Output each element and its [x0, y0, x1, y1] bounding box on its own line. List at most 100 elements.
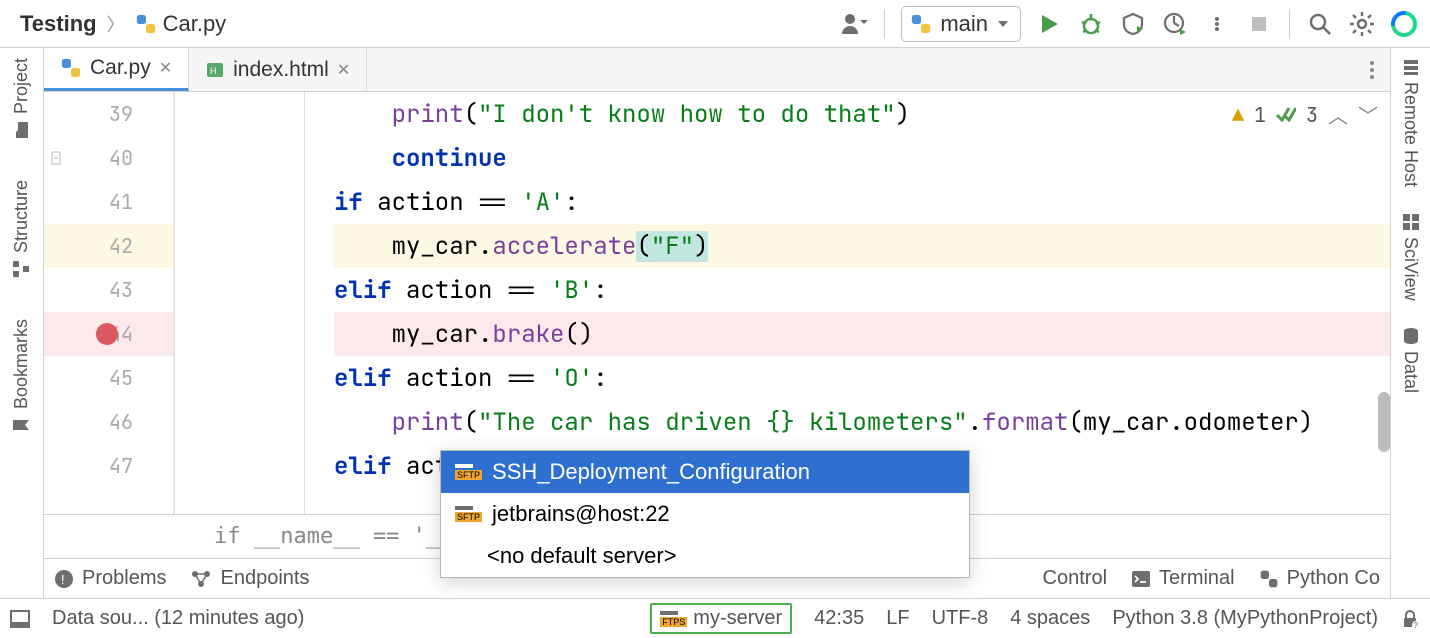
deployment-server-popup: SFTP SSH_Deployment_Configuration SFTP j…: [440, 450, 970, 578]
tab-bar-more-icon[interactable]: [1368, 48, 1390, 91]
project-label: Project: [11, 58, 32, 114]
user-icon[interactable]: [840, 10, 868, 38]
tool-window-quick-icon[interactable]: [10, 610, 30, 628]
sftp-icon: SFTP: [455, 464, 482, 480]
terminal-tool[interactable]: Terminal: [1131, 567, 1235, 590]
left-tool-rail: Project Structure Bookmarks: [0, 48, 44, 598]
bookmarks-tool[interactable]: Bookmarks: [11, 319, 32, 435]
editor-tabs: Car.py ✕ H index.html ✕: [44, 48, 1390, 92]
fold-icon[interactable]: [48, 150, 64, 166]
sciview-tool[interactable]: SciView: [1400, 213, 1421, 301]
chevron-down-icon: [996, 17, 1010, 31]
file-encoding[interactable]: UTF-8: [932, 607, 989, 630]
deployment-server-widget[interactable]: FTPS my-server: [650, 603, 792, 634]
status-bar: Data sou... (12 minutes ago) FTPS my-ser…: [0, 598, 1430, 638]
python-file-icon: [135, 13, 157, 35]
line-separator[interactable]: LF: [886, 607, 909, 630]
breadcrumb: Testing 〉 Car.py: [20, 11, 832, 37]
svg-text:!: !: [61, 572, 65, 587]
bookmark-icon: [12, 415, 32, 435]
lock-icon[interactable]: ?: [1400, 609, 1420, 629]
inspections-widget[interactable]: ▲ 1 3 ︿ ﹀: [1232, 100, 1378, 129]
close-icon[interactable]: ✕: [159, 58, 172, 78]
problems-tool[interactable]: !Problems: [54, 567, 166, 590]
structure-icon: [12, 259, 32, 279]
gutter-line: 42: [44, 224, 173, 268]
html-file-icon: H: [205, 60, 225, 80]
interpreter-widget[interactable]: Python 3.8 (MyPythonProject): [1112, 607, 1378, 630]
more-run-icon[interactable]: [1203, 10, 1231, 38]
next-highlight-icon[interactable]: ﹀: [1358, 100, 1378, 129]
python-icon: [910, 13, 932, 35]
indent-guides: [174, 92, 334, 514]
stop-button: [1245, 10, 1273, 38]
database-icon: [1402, 327, 1420, 345]
breadcrumb-project[interactable]: Testing: [20, 11, 97, 37]
popup-item[interactable]: <no default server>: [441, 535, 969, 577]
toolbar-separator: [1289, 9, 1290, 39]
warning-icon: ▲: [1232, 102, 1244, 128]
jetbrains-logo-icon[interactable]: [1390, 10, 1418, 38]
breadcrumb-file[interactable]: Car.py: [135, 11, 227, 37]
toolbar-separator: [884, 9, 885, 39]
profile-button[interactable]: [1161, 10, 1189, 38]
gutter-line: 40: [44, 136, 173, 180]
version-control-tool[interactable]: Control: [1043, 567, 1107, 590]
remote-host-tool[interactable]: Remote Host: [1400, 58, 1421, 187]
svg-text:?: ?: [1414, 621, 1419, 629]
debug-button[interactable]: [1077, 10, 1105, 38]
python-console-tool[interactable]: Python Co: [1259, 567, 1380, 590]
gutter-line: 39: [44, 92, 173, 136]
folder-icon: [12, 120, 32, 140]
structure-label: Structure: [11, 180, 32, 253]
gutter-line: 41: [44, 180, 173, 224]
search-icon[interactable]: [1306, 10, 1334, 38]
database-tool[interactable]: Datal: [1400, 327, 1421, 393]
popup-item-label: SSH_Deployment_Configuration: [492, 459, 810, 485]
breadcrumb-file-label: Car.py: [163, 11, 227, 37]
coverage-button[interactable]: [1119, 10, 1147, 38]
check-count: 3: [1306, 102, 1318, 128]
popup-item[interactable]: SFTP SSH_Deployment_Configuration: [441, 451, 969, 493]
close-icon[interactable]: ✕: [337, 60, 350, 80]
indent-widget[interactable]: 4 spaces: [1010, 607, 1090, 630]
python-icon: [1259, 569, 1279, 589]
deploy-server-label: my-server: [693, 607, 782, 630]
tab-label: Car.py: [90, 56, 151, 80]
gutter-line: 45: [44, 356, 173, 400]
tab-car-py[interactable]: Car.py ✕: [44, 48, 189, 91]
prev-highlight-icon[interactable]: ︿: [1328, 100, 1348, 129]
popup-item-label: <no default server>: [487, 543, 677, 569]
gutter-line: 46: [44, 400, 173, 444]
run-config-selector[interactable]: main: [901, 6, 1021, 42]
tab-index-html[interactable]: H index.html ✕: [189, 48, 367, 91]
scrollbar-thumb[interactable]: [1378, 392, 1390, 452]
breadcrumb-separator: 〉: [107, 11, 125, 37]
toolbar-right: main: [840, 6, 1418, 42]
right-tool-rail: Remote Host SciView Datal: [1390, 48, 1430, 598]
bookmarks-label: Bookmarks: [11, 319, 32, 409]
structure-tool[interactable]: Structure: [11, 180, 32, 279]
terminal-icon: [1131, 570, 1151, 588]
endpoints-tool[interactable]: Endpoints: [190, 567, 309, 590]
grid-icon: [1402, 213, 1420, 231]
problems-icon: !: [54, 569, 74, 589]
vcs-status[interactable]: Data sou... (12 minutes ago): [52, 607, 304, 630]
gutter-line: 47: [44, 444, 173, 488]
endpoints-icon: [190, 569, 212, 589]
popup-item[interactable]: SFTP jetbrains@host:22: [441, 493, 969, 535]
settings-icon[interactable]: [1348, 10, 1376, 38]
gutter-line: 43: [44, 268, 173, 312]
warning-count: 1: [1254, 102, 1266, 128]
gutter-line-breakpoint: 44: [44, 312, 173, 356]
gutter[interactable]: 39 40 41 42 43 44 45 46 47: [44, 92, 174, 514]
run-button[interactable]: [1035, 10, 1063, 38]
cursor-position[interactable]: 42:35: [814, 607, 864, 630]
python-file-icon: [60, 57, 82, 79]
project-tool[interactable]: Project: [11, 58, 32, 140]
popup-item-label: jetbrains@host:22: [492, 501, 670, 527]
server-icon: [1402, 58, 1420, 76]
run-config-label: main: [940, 11, 988, 37]
check-icon: [1276, 107, 1296, 123]
ftps-icon: FTPS: [660, 611, 687, 627]
